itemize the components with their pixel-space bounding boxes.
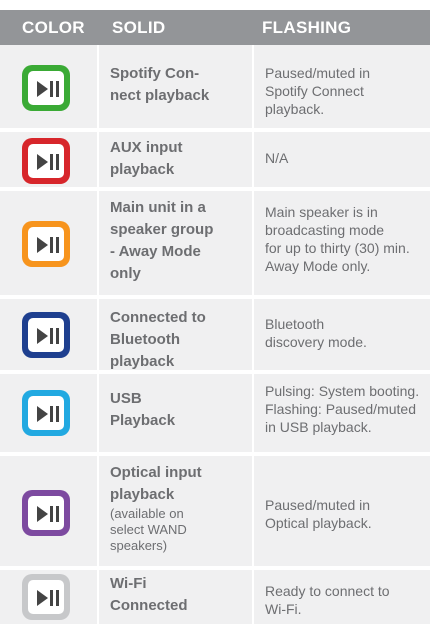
solid-description: Main unit in a speaker group - Away Mode on… — [110, 199, 214, 282]
solid-description: Spotify Con-nect playback — [110, 65, 210, 104]
solid-column-header: SOLID — [112, 18, 166, 37]
flashing-description: Bluetooth discovery mode. — [265, 316, 367, 350]
table-row: USB Playback Pulsing: System booting. Flash… — [0, 374, 430, 454]
red-play-pause-icon — [22, 138, 70, 184]
orange-play-pause-icon — [22, 221, 70, 267]
table-row: Spotify Con-nect playback Paused/muted in… — [0, 45, 430, 130]
flashing-column-header: FLASHING — [262, 18, 352, 37]
flashing-description: Main speaker is in broadcasting mode for u… — [265, 204, 410, 274]
green-play-pause-icon — [22, 65, 70, 111]
table-row: Connected to Bluetooth playback Bluetooth di… — [0, 299, 430, 372]
table-row: AUX input playback N/A — [0, 132, 430, 189]
solid-description: AUX input playback — [110, 139, 183, 178]
flashing-description: N/A — [265, 150, 289, 166]
blue-play-pause-icon — [22, 312, 70, 358]
purple-play-pause-icon — [22, 490, 70, 536]
light-blue-play-pause-icon — [22, 390, 70, 436]
solid-description: USB Playback — [110, 390, 176, 429]
flashing-description: Ready to connect to Wi-Fi. — [265, 583, 390, 617]
solid-description: Wi-Fi Connected — [110, 575, 188, 614]
gray-play-pause-icon — [22, 574, 70, 620]
solid-description: Connected to Bluetooth playback — [110, 309, 206, 370]
table-header: COLOR SOLID FLASHING — [0, 10, 430, 45]
flashing-description: Paused/muted in Spotify Connect playback. — [265, 65, 371, 117]
color-column-header: COLOR — [22, 18, 85, 37]
flashing-description: Pulsing: System booting. Flashing: Paused… — [265, 383, 420, 435]
table-row: Optical input playback (available on select… — [0, 456, 430, 568]
flashing-description: Paused/muted in Optical playback. — [265, 497, 372, 531]
table-row: Main unit in a speaker group - Away Mode on… — [0, 191, 430, 297]
table-row: Wi-Fi Connected Ready to connect to Wi-Fi. — [0, 570, 430, 626]
solid-description: Optical input playback (available on select… — [110, 464, 202, 553]
